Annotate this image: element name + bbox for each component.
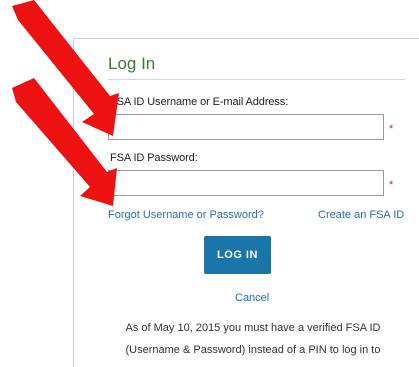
- fsa-id-notice: As of May 10, 2015 you must have a verif…: [125, 322, 381, 367]
- password-input[interactable]: [108, 170, 384, 196]
- cancel-link[interactable]: Cancel: [235, 292, 269, 304]
- create-fsa-id-link[interactable]: Create an FSA ID: [318, 209, 404, 221]
- page-title: Log In: [108, 54, 156, 73]
- title-divider: [108, 79, 405, 80]
- forgot-credentials-link[interactable]: Forgot Username or Password?: [108, 209, 264, 221]
- username-input[interactable]: [108, 114, 384, 140]
- login-button[interactable]: LOG IN: [204, 236, 271, 274]
- username-label: FSA ID Username or E-mail Address:: [110, 96, 289, 108]
- password-label: FSA ID Password:: [110, 152, 198, 164]
- login-page: Log In FSA ID Username or E-mail Address…: [0, 0, 419, 367]
- password-required-marker: *: [389, 179, 394, 191]
- username-required-marker: *: [389, 123, 394, 135]
